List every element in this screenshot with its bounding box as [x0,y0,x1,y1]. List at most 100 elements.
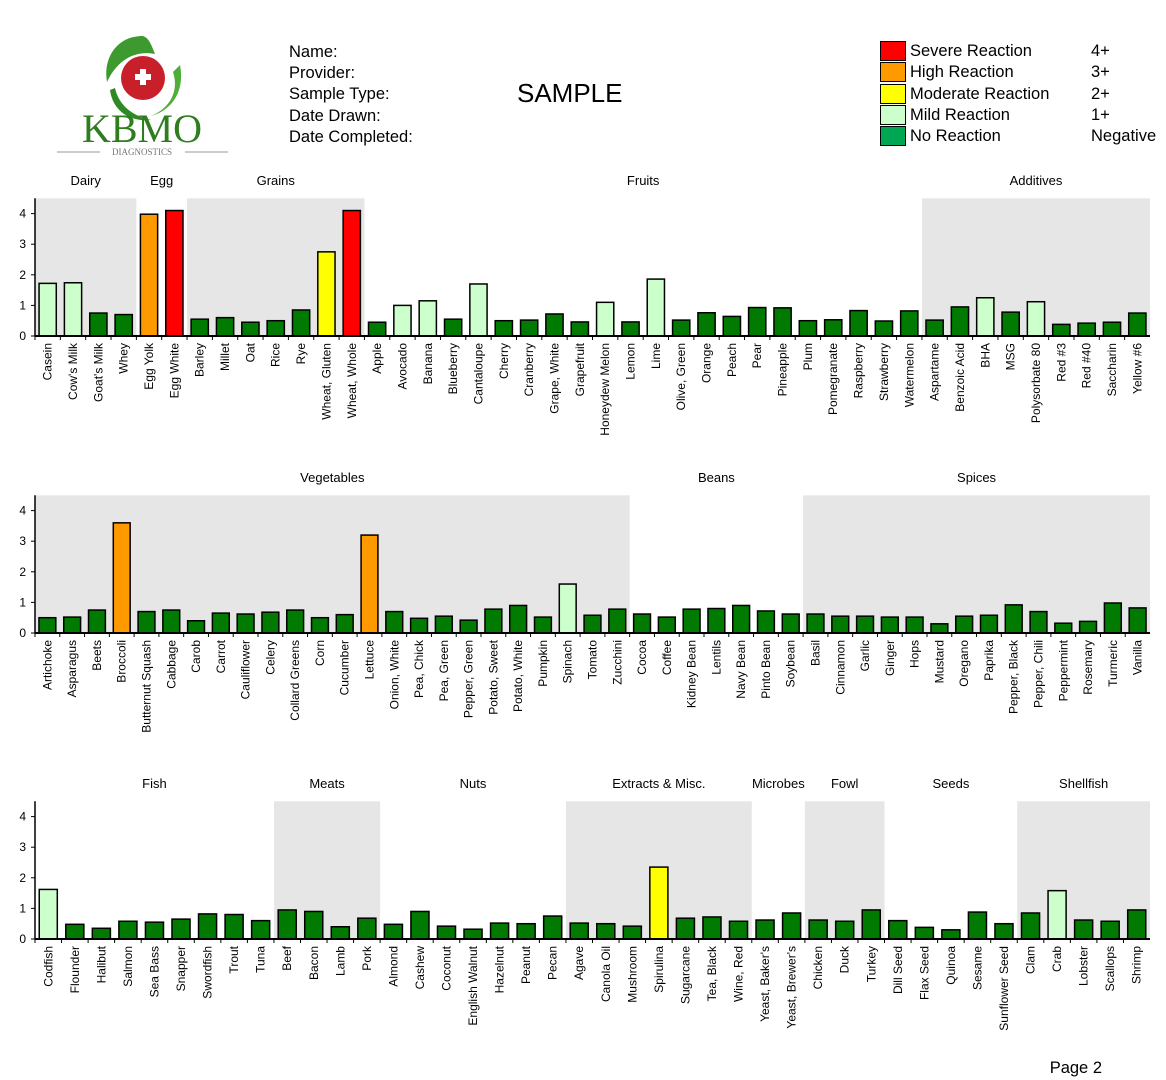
x-tick-label: Lemon [624,343,638,380]
bar [722,315,742,337]
x-tick-label: Pea, Chick [412,639,426,698]
bar [410,910,430,940]
bar [702,916,722,940]
x-tick-label: Wheat, Gluten [319,343,333,420]
x-tick-label: Pork [360,945,374,971]
bar [707,607,726,634]
group-shade [187,198,365,336]
x-tick-label: Cauliflower [239,640,253,699]
bar [570,321,590,337]
x-tick-label: Olive, Green [674,343,688,410]
bar [823,319,843,337]
group-label: Dairy [71,173,102,188]
bar [773,307,792,337]
group-label: Additives [1010,173,1063,188]
x-tick-label: Beef [280,945,294,970]
bar [545,313,564,337]
x-tick-label: Casein [41,343,55,380]
bar [508,604,528,634]
logo-text: KBMO [82,106,202,151]
x-tick-label: Snapper [174,946,188,991]
bar [385,610,404,634]
x-tick-label: Vanilla [1131,640,1145,675]
field-provider: Provider: [289,64,356,83]
bar [266,319,286,337]
bar [1102,321,1122,337]
x-tick-label: Scallops [1103,946,1117,991]
x-tick-label: Butternut Squash [140,640,154,733]
bar [87,609,107,634]
bar [632,613,652,634]
bar [880,616,900,634]
x-tick-label: Yellow #6 [1130,343,1144,394]
legend-swatch [880,104,906,125]
x-tick-label: Flax Seed [917,946,931,1000]
x-tick-label: Coffee [660,640,674,675]
legend-item: Severe Reaction 4+ [880,41,1166,62]
x-tick-label: Cantaloupe [471,343,485,405]
group-label: Meats [309,776,345,791]
bar [622,925,643,940]
bar [1051,323,1071,337]
bar [197,913,218,940]
bar [905,616,924,634]
bar [1127,312,1147,337]
x-tick-label: Rice [269,343,283,367]
bar [409,617,429,634]
x-tick-label: Hazelnut [493,945,507,993]
legend-item: No Reaction Negative [880,126,1166,147]
x-tick-label: Goat's Milk [91,342,105,402]
x-tick-label: Tea, Black [705,945,719,1001]
bar [781,912,802,940]
legend-swatch [880,83,906,104]
x-tick-label: Basil [809,640,823,666]
bar [1077,322,1097,337]
bar [1103,602,1123,634]
sample-label: SAMPLE [517,78,623,108]
x-tick-label: Millet [218,342,232,371]
x-tick-label: Lamb [333,946,347,976]
x-tick-label: Peach [725,343,739,377]
x-tick-label: Halibut [94,945,108,983]
bar [806,613,825,634]
x-tick-label: Garlic [858,640,872,671]
x-tick-label: Quinoa [944,946,958,985]
y-tick-label: 0 [19,932,26,946]
bar [335,613,354,634]
y-tick-label: 3 [19,840,26,854]
x-tick-label: Tomato [586,640,600,680]
field-name: Name: [289,43,338,61]
x-tick-label: Hops [908,640,922,668]
x-tick-label: Sesame [970,946,984,990]
x-tick-label: Salmon [121,946,135,987]
group-label: Grains [257,173,296,188]
bar [139,213,159,337]
x-tick-label: Red #40 [1080,343,1094,389]
bar [533,616,553,634]
bar [954,615,974,634]
x-tick-label: Oat [243,342,257,362]
legend-level: 3+ [1091,63,1110,82]
legend-level: 4+ [1091,42,1110,60]
x-tick-label: Orange [700,343,714,383]
x-tick-label: Mushroom [625,946,639,1003]
bar [190,318,210,337]
group-label: Fruits [627,173,660,188]
bar [621,321,640,337]
x-tick-label: Lobster [1077,946,1091,986]
x-tick-label: Pea, Green [437,640,451,701]
group-shade [803,495,1150,633]
bar [360,534,379,634]
x-tick-label: Spirulina [652,946,666,993]
x-tick-label: Tuna [254,946,268,973]
bar [463,928,483,940]
x-tick-label: Potato, Sweet [486,639,500,714]
x-tick-label: English Walnut [466,945,480,1025]
x-tick-label: Pumpkin [536,640,550,687]
x-tick-label: Coconut [439,945,453,990]
bar [310,616,330,634]
x-tick-label: Benzoic Acid [953,343,967,412]
bar [781,613,800,634]
x-tick-label: Pepper, Black [1007,639,1021,714]
bar [63,282,83,337]
